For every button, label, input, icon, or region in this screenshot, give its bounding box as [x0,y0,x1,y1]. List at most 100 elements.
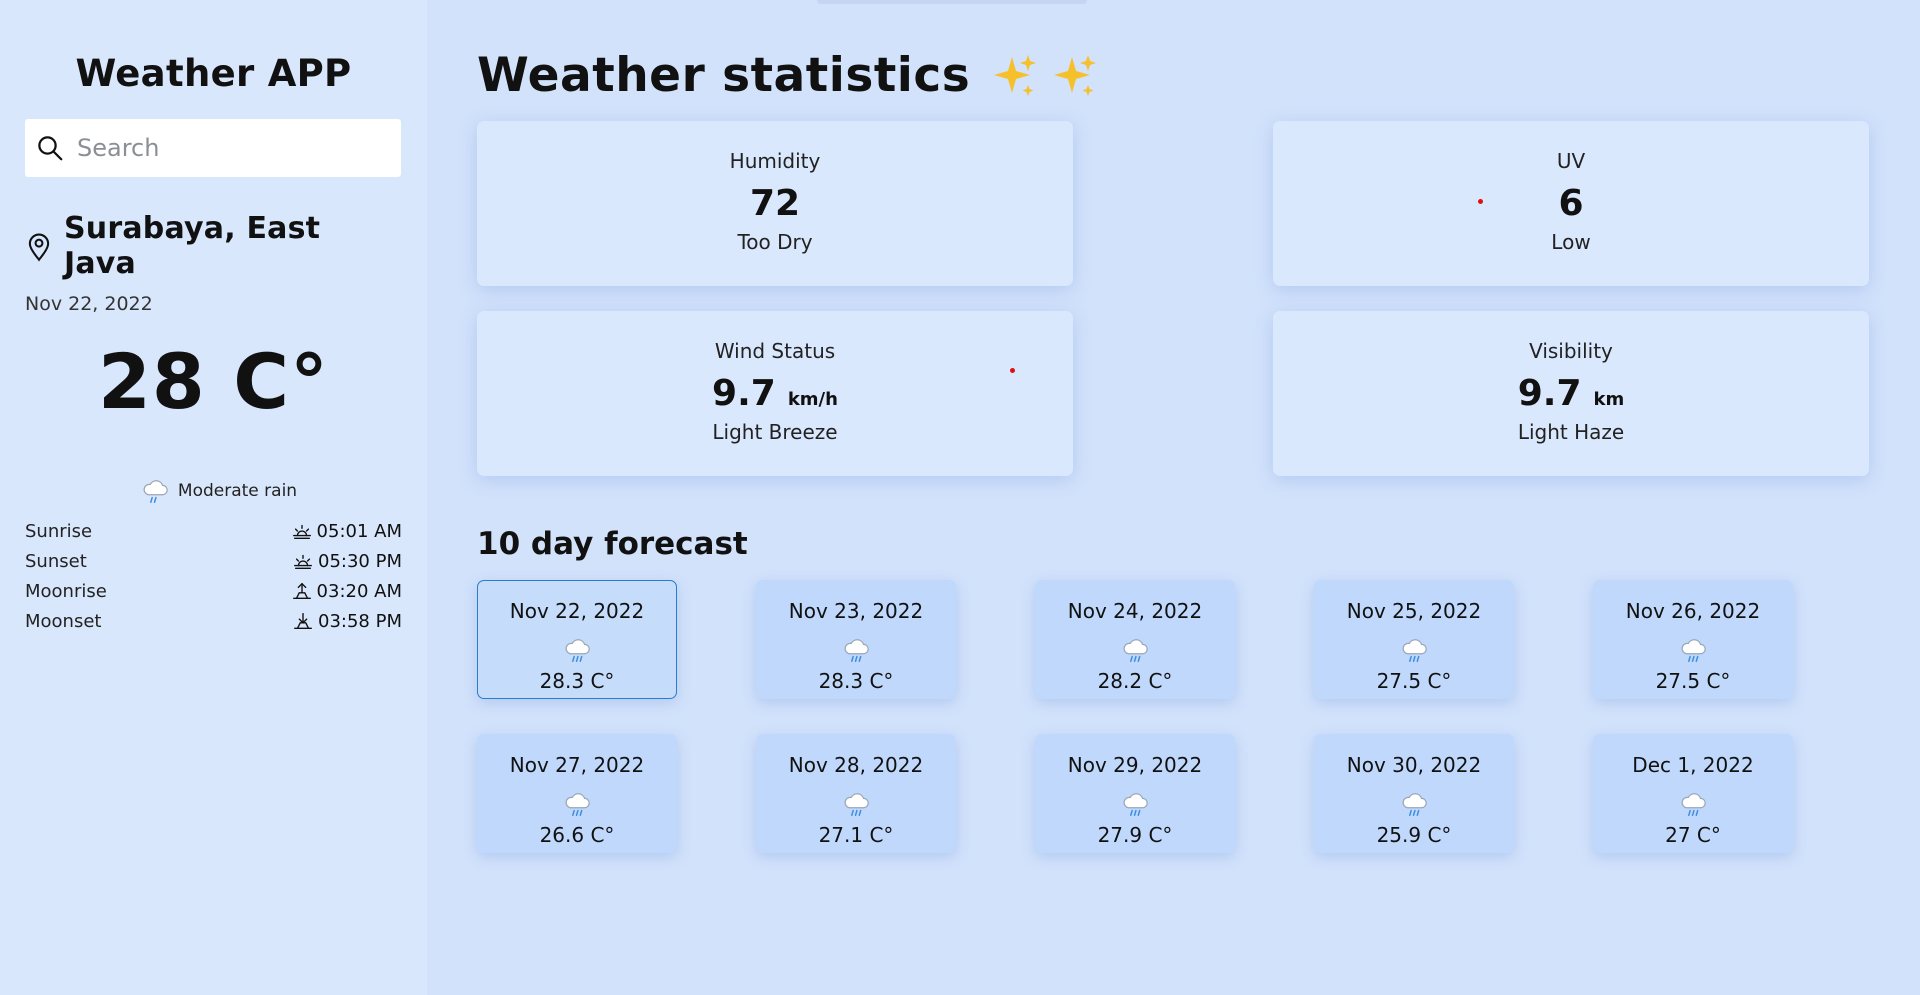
forecast-day-card[interactable]: Nov 30, 2022 25.9 C° [1314,734,1514,853]
humidity-value: 72 [749,183,801,224]
rain-cloud-icon [1123,793,1148,816]
forecast-day-card[interactable]: Nov 23, 2022 28.3 C° [756,580,956,699]
stat-desc: Light Haze [1517,420,1625,444]
sunset-time: 05:30 PM [318,550,402,572]
forecast-day-card[interactable]: Nov 25, 2022 27.5 C° [1314,580,1514,699]
app-title: Weather APP [75,52,352,95]
rain-cloud-icon [565,639,590,662]
astro-row-moonrise: Moonrise 03:20 AM [25,576,402,606]
forecast-day-card[interactable]: Dec 1, 2022 27 C° [1593,734,1793,853]
stat-value-row: 9.7 km/h [712,373,838,414]
forecast-day-card[interactable]: Nov 22, 2022 28.3 C° [477,580,677,699]
search-box[interactable] [25,119,401,177]
stat-value-row: 72 [750,183,800,224]
visibility-unit: km [1593,389,1625,410]
forecast-day-date: Nov 28, 2022 [788,753,924,777]
forecast-day-date: Nov 24, 2022 [1067,599,1203,623]
condition-row: Moderate rain [35,476,402,506]
visibility-value: 9.7 [1517,373,1582,414]
forecast-day-date: Nov 27, 2022 [509,753,645,777]
stat-label: Visibility [1529,339,1613,363]
indicator-dot [1478,199,1483,204]
astro-row-sunrise: Sunrise 05:01 AM [25,516,402,546]
forecast-day-temp: 27 C° [1665,823,1721,847]
moonset-icon [294,612,312,630]
sparkles-group [990,51,1110,101]
location-row: Surabaya, East Java [25,211,402,281]
condition-text: Moderate rain [177,481,298,501]
forecast-grid: Nov 22, 2022 28.3 C° Nov 23, 2022 28.3 C… [477,580,1920,853]
sunset-icon [294,554,312,570]
forecast-day-temp: 26.6 C° [539,823,615,847]
forecast-day-temp: 28.3 C° [539,669,615,693]
astro-value: 03:58 PM [292,610,402,632]
rain-cloud-icon [1402,793,1427,816]
astro-label: Moonrise [25,580,107,602]
stat-desc: Low [1551,230,1591,254]
stat-desc: Light Breeze [712,420,838,444]
wind-unit: km/h [787,389,838,410]
astro-value: 05:01 AM [291,520,402,542]
forecast-day-card[interactable]: Nov 27, 2022 26.6 C° [477,734,677,853]
stat-desc: Too Dry [737,230,813,254]
main-panel: Weather statistics Humidity 72 Too Dry U… [427,0,1920,995]
astro-label: Moonset [25,610,102,632]
location-pin-icon [28,233,50,262]
app: Weather APP Surabaya, East Java Nov 22, … [0,0,1920,995]
stat-label: UV [1556,149,1586,173]
moonset-time: 03:58 PM [318,610,402,632]
rain-cloud-icon [844,639,869,662]
rain-cloud-icon [1681,639,1706,662]
search-icon [38,136,63,161]
rain-cloud-icon [1681,793,1706,816]
forecast-day-date: Nov 25, 2022 [1346,599,1482,623]
moonrise-icon [292,582,311,600]
stats-grid: Humidity 72 Too Dry UV 6 Low Wind Status… [477,121,1920,476]
forecast-day-date: Nov 26, 2022 [1625,599,1761,623]
forecast-day-temp: 27.5 C° [1655,669,1731,693]
location-name: Surabaya, East Java [64,211,321,281]
forecast-day-temp: 27.5 C° [1376,669,1452,693]
forecast-day-temp: 28.2 C° [1097,669,1173,693]
forecast-day-date: Dec 1, 2022 [1632,753,1754,777]
forecast-day-temp: 27.9 C° [1097,823,1173,847]
rain-cloud-icon [1402,639,1427,662]
rain-cloud-icon [143,480,168,503]
stat-value-row: 6 [1558,183,1583,224]
forecast-day-date: Nov 30, 2022 [1346,753,1482,777]
forecast-title: 10 day forecast [477,526,748,562]
astro-value: 03:20 AM [291,580,402,602]
forecast-day-temp: 28.3 C° [818,669,894,693]
astro-list: Sunrise 05:01 AM Sunset 05:30 PM Moonris… [25,516,402,636]
stat-label: Humidity [729,149,821,173]
astro-label: Sunrise [25,520,93,542]
indicator-dot [1010,368,1015,373]
forecast-day-card[interactable]: Nov 24, 2022 28.2 C° [1035,580,1235,699]
astro-row-moonset: Moonset 03:58 PM [25,606,402,636]
stat-value-row: 9.7 km [1518,373,1625,414]
forecast-day-card[interactable]: Nov 28, 2022 27.1 C° [756,734,956,853]
search-input[interactable] [77,134,377,162]
wind-card: Wind Status 9.7 km/h Light Breeze [477,311,1073,476]
astro-label: Sunset [25,550,87,572]
astro-value: 05:30 PM [292,550,402,572]
forecast-day-temp: 25.9 C° [1376,823,1452,847]
moonrise-time: 03:20 AM [316,580,402,602]
forecast-day-card[interactable]: Nov 26, 2022 27.5 C° [1593,580,1793,699]
sunrise-icon [292,524,311,540]
forecast-day-date: Nov 22, 2022 [509,599,645,623]
page-title-text: Weather statistics [477,48,971,103]
rain-cloud-icon [844,793,869,816]
sparkles-icon [1054,54,1097,96]
rain-cloud-icon [1123,639,1148,662]
forecast-day-temp: 27.1 C° [818,823,894,847]
sunrise-time: 05:01 AM [316,520,402,542]
page-title: Weather statistics [477,48,1920,103]
forecast-day-card[interactable]: Nov 29, 2022 27.9 C° [1035,734,1235,853]
rain-cloud-icon [565,793,590,816]
sparkles-icon [994,54,1037,96]
forecast-day-date: Nov 23, 2022 [788,599,924,623]
forecast-day-date: Nov 29, 2022 [1067,753,1203,777]
visibility-card: Visibility 9.7 km Light Haze [1273,311,1869,476]
astro-row-sunset: Sunset 05:30 PM [25,546,402,576]
